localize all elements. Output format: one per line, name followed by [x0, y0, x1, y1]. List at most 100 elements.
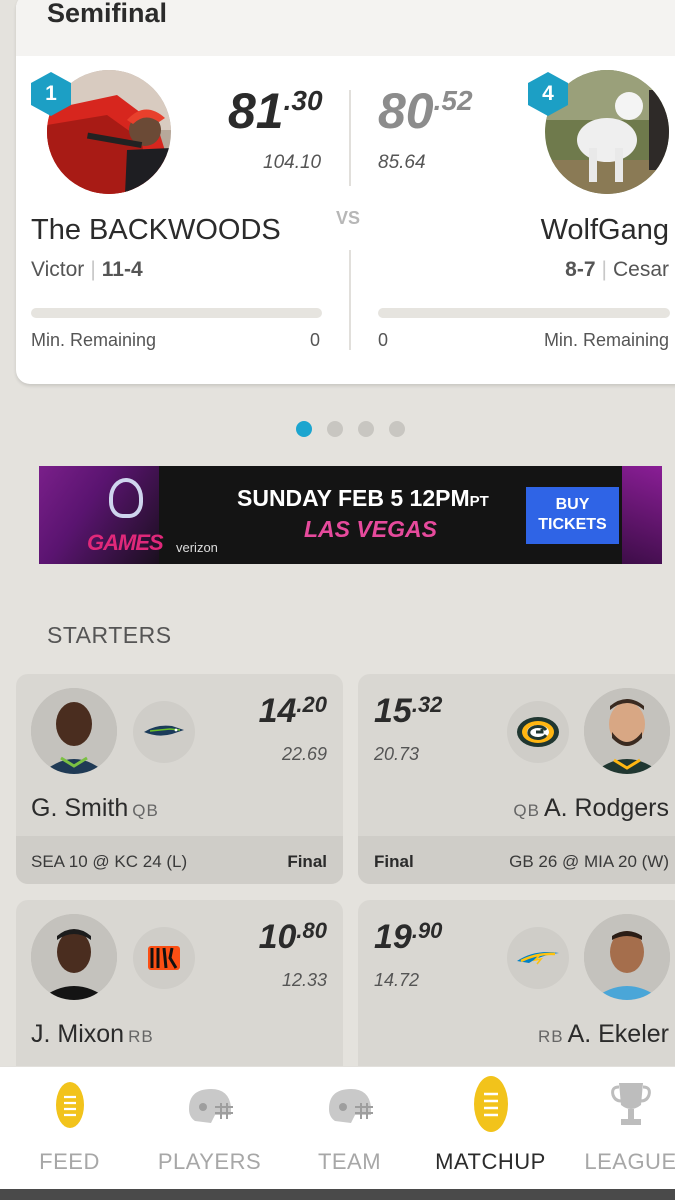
- away-team-name[interactable]: WolfGang: [541, 214, 669, 247]
- trophy-icon: [610, 1079, 651, 1136]
- player-position: QB: [132, 801, 159, 820]
- player-headshot: [584, 914, 670, 1000]
- nav-item-players[interactable]: PLAYERS: [142, 1067, 277, 1191]
- helmet-icon: [325, 1085, 375, 1130]
- points-int: 10: [258, 918, 297, 956]
- player-projected: 20.73: [374, 744, 420, 764]
- nav-item-feed[interactable]: FEED: [2, 1067, 137, 1191]
- ad-headline-main: SUNDAY FEB 5 12PM: [237, 485, 470, 511]
- seahawks-logo-icon: [133, 701, 195, 763]
- home-owner-name: Victor: [31, 258, 85, 281]
- game-status: Final: [374, 852, 414, 871]
- home-record: 11-4: [101, 258, 143, 281]
- nav-label: MATCHUP: [435, 1149, 546, 1174]
- home-projected: 104.10: [263, 152, 322, 173]
- home-score-int: 81: [228, 83, 284, 139]
- home-owner-line: Victor | 11-4: [31, 258, 143, 282]
- points-dec: .90: [411, 918, 443, 943]
- carousel-dot[interactable]: [327, 421, 343, 437]
- bottom-nav: FEED PLAYERS TEAM MATCHUP LEAGUE: [0, 1066, 675, 1190]
- helmet-icon: [185, 1085, 235, 1130]
- pro-bowl-logo-icon: [109, 478, 143, 518]
- away-owner-line: 8-7 | Cesar: [565, 258, 669, 282]
- player-name: A. Ekeler: [567, 1020, 669, 1048]
- player-projected: 22.69: [281, 744, 327, 764]
- home-team-name[interactable]: The BACKWOODS: [31, 214, 281, 247]
- player-name-line: G. Smith QB: [31, 794, 163, 823]
- score-divider-top: [349, 90, 351, 186]
- round-header: Semifinal: [16, 0, 675, 56]
- ad-headline: SUNDAY FEB 5 12PMPT: [237, 485, 489, 512]
- away-score-dec: .52: [433, 85, 473, 116]
- points-dec: .80: [296, 918, 327, 943]
- player-name-line: J. Mixon RB: [31, 1020, 158, 1049]
- away-projected: 85.64: [378, 152, 426, 173]
- away-score-int: 80: [378, 83, 434, 139]
- bengals-logo-icon: [133, 927, 195, 989]
- home-score: 81.30: [228, 82, 323, 140]
- away-owner-name: Cesar: [612, 258, 669, 281]
- player-card[interactable]: 14.20 22.69 G. Smith QB SEA 10 @ KC 24 (L…: [16, 674, 343, 884]
- football-icon: [53, 1079, 87, 1136]
- nav-item-league[interactable]: LEAGUE: [563, 1067, 675, 1191]
- carousel-dot[interactable]: [296, 421, 312, 437]
- player-name: J. Mixon: [31, 1020, 125, 1048]
- player-position: RB: [128, 1027, 154, 1046]
- player-card[interactable]: 15.32 20.73 QB A. Rodgers Final GB 26 @ M…: [358, 674, 675, 884]
- points-int: 15: [374, 692, 412, 730]
- player-name: A. Rodgers: [543, 794, 669, 822]
- nav-item-matchup[interactable]: MATCHUP: [423, 1067, 558, 1191]
- nav-item-team[interactable]: TEAM: [282, 1067, 417, 1191]
- away-min-remaining-value: 0: [378, 330, 389, 350]
- football-icon: [471, 1073, 511, 1140]
- away-score: 80.52: [378, 82, 473, 140]
- player-name: G. Smith: [31, 794, 129, 822]
- carousel-dot[interactable]: [358, 421, 374, 437]
- system-home-bar: [0, 1189, 675, 1200]
- player-position: RB: [537, 1027, 564, 1046]
- ad-brand-text: GAMES: [87, 530, 164, 555]
- player-points: 19.90: [374, 918, 442, 957]
- matchup-card[interactable]: Semifinal 1 81.30 104.10 VS 80.52 85.64 …: [16, 0, 675, 384]
- score-divider-bottom: [349, 250, 351, 350]
- owner-separator: |: [601, 258, 607, 281]
- away-record: 8-7: [565, 258, 596, 281]
- player-position: QB: [513, 801, 540, 820]
- home-min-remaining-value: 0: [310, 330, 321, 350]
- carousel-dot[interactable]: [389, 421, 405, 437]
- ad-headline-suffix: PT: [469, 493, 489, 510]
- owner-separator: |: [90, 258, 96, 281]
- ad-right-graphic: [622, 466, 662, 564]
- points-dec: .32: [411, 692, 443, 717]
- starters-heading: STARTERS: [47, 622, 172, 648]
- buy-tickets-button[interactable]: BUY TICKETS: [526, 487, 619, 544]
- ad-banner[interactable]: GAMES verizon SUNDAY FEB 5 12PMPT LAS VE…: [39, 466, 662, 564]
- player-name-line: QB A. Rodgers: [509, 794, 669, 823]
- player-points: 15.32: [374, 692, 442, 731]
- points-dec: .20: [296, 692, 327, 717]
- player-points: 10.80: [259, 918, 327, 957]
- player-points: 14.20: [259, 692, 327, 731]
- round-title: Semifinal: [47, 0, 168, 28]
- player-name-line: RB A. Ekeler: [534, 1020, 669, 1049]
- nav-label: LEAGUE: [584, 1149, 675, 1174]
- home-progress-bar: [31, 308, 322, 318]
- player-headshot: [31, 914, 117, 1000]
- nav-label: PLAYERS: [157, 1149, 262, 1174]
- packers-logo-icon: [507, 701, 569, 763]
- home-score-dec: .30: [283, 85, 323, 116]
- nav-label: FEED: [39, 1149, 100, 1174]
- game-status: Final: [287, 852, 327, 871]
- player-projected: 14.72: [374, 970, 420, 990]
- chargers-logo-icon: [507, 927, 569, 989]
- vs-label: VS: [336, 208, 361, 228]
- player-headshot: [584, 688, 670, 774]
- player-headshot: [31, 688, 117, 774]
- points-int: 19: [374, 918, 412, 956]
- points-int: 14: [258, 692, 297, 730]
- game-result: SEA 10 @ KC 24 (L): [31, 852, 188, 871]
- ad-location: LAS VEGAS: [304, 516, 437, 542]
- player-projected: 12.33: [281, 970, 327, 990]
- nav-label: TEAM: [317, 1149, 382, 1174]
- away-min-remaining-label: Min. Remaining: [543, 330, 669, 350]
